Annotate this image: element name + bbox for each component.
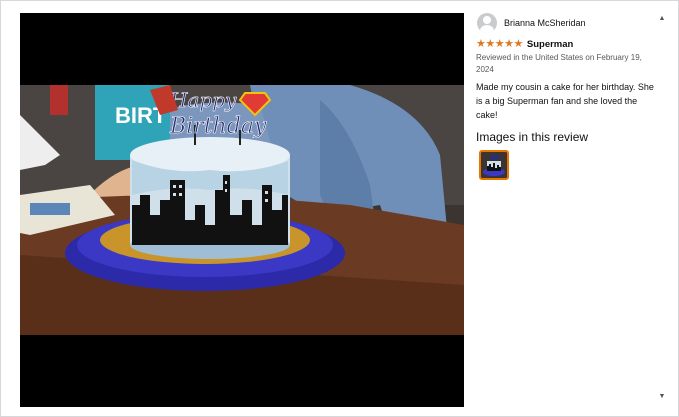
topper-line1: Happy	[169, 88, 237, 112]
reviewer-name[interactable]: Brianna McSheridan	[504, 18, 586, 28]
topper-line2: Birthday	[169, 114, 267, 139]
review-panel-scrollbar[interactable]: ▲ ▼	[658, 11, 666, 407]
review-date: Reviewed in the United States on Februar…	[476, 53, 642, 74]
scroll-down-icon[interactable]: ▼	[658, 393, 666, 401]
images-heading: Images in this review	[476, 130, 589, 144]
review-title: Superman	[526, 38, 574, 50]
scroll-up-icon[interactable]: ▲	[658, 15, 666, 23]
review-image-modal: BIRT Happy Birthday Brianna McSheridan ★…	[0, 0, 679, 417]
review-panel: Brianna McSheridan ★ ★ ★ ★ ★ Superman Re…	[474, 11, 660, 406]
star-icon: ★	[513, 38, 524, 50]
review-body: Made my cousin a cake for her birthday. …	[476, 82, 654, 120]
thumbnail-cake-image	[481, 152, 507, 178]
reviewer-profile[interactable]: Brianna McSheridan	[474, 11, 660, 35]
birthday-cake-image: BIRT Happy Birthday	[20, 85, 464, 335]
media-viewer: BIRT Happy Birthday	[20, 13, 464, 407]
rating-row: ★ ★ ★ ★ ★ Superman	[474, 38, 660, 50]
review-photo[interactable]: BIRT Happy Birthday	[20, 85, 464, 335]
star-rating: ★ ★ ★ ★ ★	[476, 38, 523, 50]
review-image-thumbnail[interactable]	[479, 150, 509, 180]
default-user-avatar-icon	[477, 13, 497, 33]
